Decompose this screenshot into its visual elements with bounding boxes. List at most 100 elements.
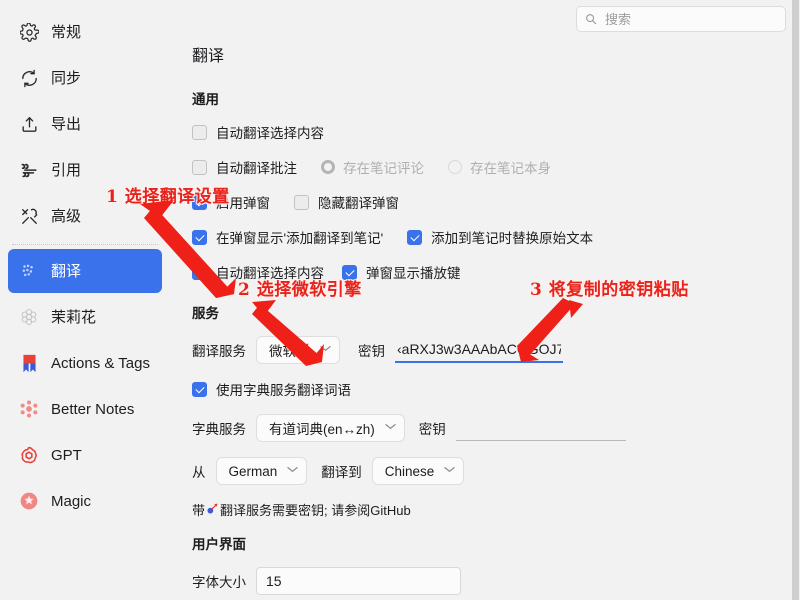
dict-service-label: 字典服务 <box>192 418 246 438</box>
sidebar-item-citation[interactable]: 引用 <box>8 148 162 192</box>
font-size-input[interactable] <box>256 567 461 595</box>
to-language-value: Chinese <box>385 464 435 479</box>
secret-key-label: 密钥 <box>358 340 385 360</box>
sidebar-item-translate[interactable]: 翻译 <box>8 249 162 293</box>
checkbox-auto-row-left[interactable] <box>192 265 207 280</box>
hint-prefix: 带 <box>192 500 205 519</box>
checkbox-label: 自动翻译批注 <box>216 157 297 177</box>
checkbox-label: 在弹窗显示'添加翻译到笔记' <box>216 227 383 247</box>
sidebar-item-label: Actions & Tags <box>51 356 150 371</box>
better-notes-icon <box>18 398 40 420</box>
translate-settings-content: 翻译 通用 自动翻译选择内容 自动翻译批注 存在笔记评论 存在笔记本身 启用弹窗… <box>188 0 800 600</box>
section-title-services: 服务 <box>192 302 800 322</box>
search-icon <box>585 13 597 25</box>
key-icon <box>297 342 310 358</box>
sidebar-item-export[interactable]: 导出 <box>8 102 162 146</box>
row-auto-translate-selection: 自动翻译选择内容 <box>192 122 800 142</box>
settings-sidebar: 常规 同步 导出 <box>0 0 170 600</box>
sidebar-item-label: 引用 <box>51 163 81 178</box>
sidebar-item-jasmine[interactable]: 茉莉花 <box>8 295 162 339</box>
service-key-hint: 带 翻译服务需要密钥; 请参阅GitHub <box>192 500 800 519</box>
sidebar-item-general[interactable]: 常规 <box>8 10 162 54</box>
checkbox-label: 使用字典服务翻译词语 <box>216 379 351 399</box>
checkbox-label: 自动翻译选择内容 <box>216 262 324 282</box>
translate-service-select[interactable]: 微软 <box>256 336 340 364</box>
sidebar-item-actions-tags[interactable]: Actions & Tags <box>8 341 162 385</box>
to-label: 翻译到 <box>321 461 362 481</box>
sidebar-item-gpt[interactable]: GPT <box>8 433 162 477</box>
checkbox-auto-translate-annotation[interactable] <box>192 160 207 175</box>
row-translate-service: 翻译服务 微软 <box>192 336 800 364</box>
dict-secret-key-input[interactable] <box>456 415 626 441</box>
radio-label: 存在笔记评论 <box>343 157 424 177</box>
sidebar-divider <box>12 244 158 245</box>
main-scrollbar[interactable] <box>792 0 800 600</box>
row-enable-popup: 启用弹窗 隐藏翻译弹窗 <box>192 192 800 212</box>
row-font-size: 字体大小 <box>192 567 800 595</box>
from-label: 从 <box>192 461 206 481</box>
bookmark-icon <box>18 352 40 374</box>
font-size-label: 字体大小 <box>192 571 246 591</box>
main-scrollbar-thumb[interactable] <box>792 0 799 600</box>
sidebar-item-label: 茉莉花 <box>51 310 96 325</box>
sidebar-item-label: 同步 <box>51 71 81 86</box>
checkbox-replace-original[interactable] <box>407 230 422 245</box>
chevron-down-icon <box>287 466 298 476</box>
quote-icon <box>18 159 40 181</box>
settings-main-panel: 翻译 通用 自动翻译选择内容 自动翻译批注 存在笔记评论 存在笔记本身 启用弹窗… <box>170 0 800 600</box>
section-title-general: 通用 <box>192 88 800 108</box>
sync-icon <box>18 67 40 89</box>
gear-icon <box>18 21 40 43</box>
chevron-down-icon <box>385 423 396 433</box>
checkbox-hide-popup[interactable] <box>294 195 309 210</box>
gpt-icon <box>18 444 40 466</box>
sidebar-item-label: 翻译 <box>51 264 81 279</box>
sidebar-item-better-notes[interactable]: Better Notes <box>8 387 162 431</box>
sidebar-item-advanced[interactable]: 高级 <box>8 194 162 238</box>
checkbox-label: 自动翻译选择内容 <box>216 122 324 142</box>
sidebar-item-label: 导出 <box>51 117 81 132</box>
radio-note-comment[interactable] <box>321 160 335 174</box>
upload-icon <box>18 113 40 135</box>
translate-service-label: 翻译服务 <box>192 340 246 360</box>
chevron-down-icon <box>444 466 455 476</box>
dict-secret-key-label: 密钥 <box>419 418 446 438</box>
row-use-dict-service: 使用字典服务翻译词语 <box>192 379 800 399</box>
section-title-ui: 用户界面 <box>192 533 800 553</box>
secret-key-input[interactable] <box>395 337 563 363</box>
from-language-value: German <box>229 464 278 479</box>
checkbox-show-add-to-note[interactable] <box>192 230 207 245</box>
sidebar-item-magic[interactable]: Magic <box>8 479 162 523</box>
settings-window: 常规 同步 导出 <box>0 0 800 600</box>
radio-label: 存在笔记本身 <box>470 157 551 177</box>
checkbox-label: 隐藏翻译弹窗 <box>318 192 399 212</box>
dict-service-select[interactable]: 有道词典(en↔zh) <box>256 414 405 442</box>
checkbox-auto-row-right[interactable] <box>342 265 357 280</box>
sidebar-item-label: Magic <box>51 494 91 509</box>
search-input[interactable] <box>603 11 777 28</box>
key-icon <box>206 502 219 518</box>
checkbox-label: 弹窗显示播放键 <box>366 262 461 282</box>
sidebar-item-label: Better Notes <box>51 402 134 417</box>
radio-note-itself[interactable] <box>448 160 462 174</box>
sidebar-item-label: 常规 <box>51 25 81 40</box>
sidebar-item-label: GPT <box>51 448 82 463</box>
tools-icon <box>18 205 40 227</box>
translate-icon <box>18 260 40 282</box>
checkbox-label: 添加到笔记时替换原始文本 <box>431 227 593 247</box>
dict-service-value: 有道词典(en↔zh) <box>269 418 375 438</box>
sidebar-item-sync[interactable]: 同步 <box>8 56 162 100</box>
chevron-down-icon <box>320 345 331 355</box>
page-title: 翻译 <box>192 42 800 66</box>
checkbox-label: 启用弹窗 <box>216 192 270 212</box>
row-language-pair: 从 German 翻译到 Chinese <box>192 457 800 485</box>
to-language-select[interactable]: Chinese <box>372 457 465 485</box>
checkbox-auto-translate-selection[interactable] <box>192 125 207 140</box>
row-dict-service: 字典服务 有道词典(en↔zh) 密钥 <box>192 414 800 442</box>
search-box[interactable] <box>576 6 786 32</box>
translate-service-value: 微软 <box>269 340 296 360</box>
checkbox-enable-popup[interactable] <box>192 195 207 210</box>
checkbox-use-dict-service[interactable] <box>192 382 207 397</box>
from-language-select[interactable]: German <box>216 457 308 485</box>
row-show-add-to-note: 在弹窗显示'添加翻译到笔记' 添加到笔记时替换原始文本 <box>192 227 800 247</box>
